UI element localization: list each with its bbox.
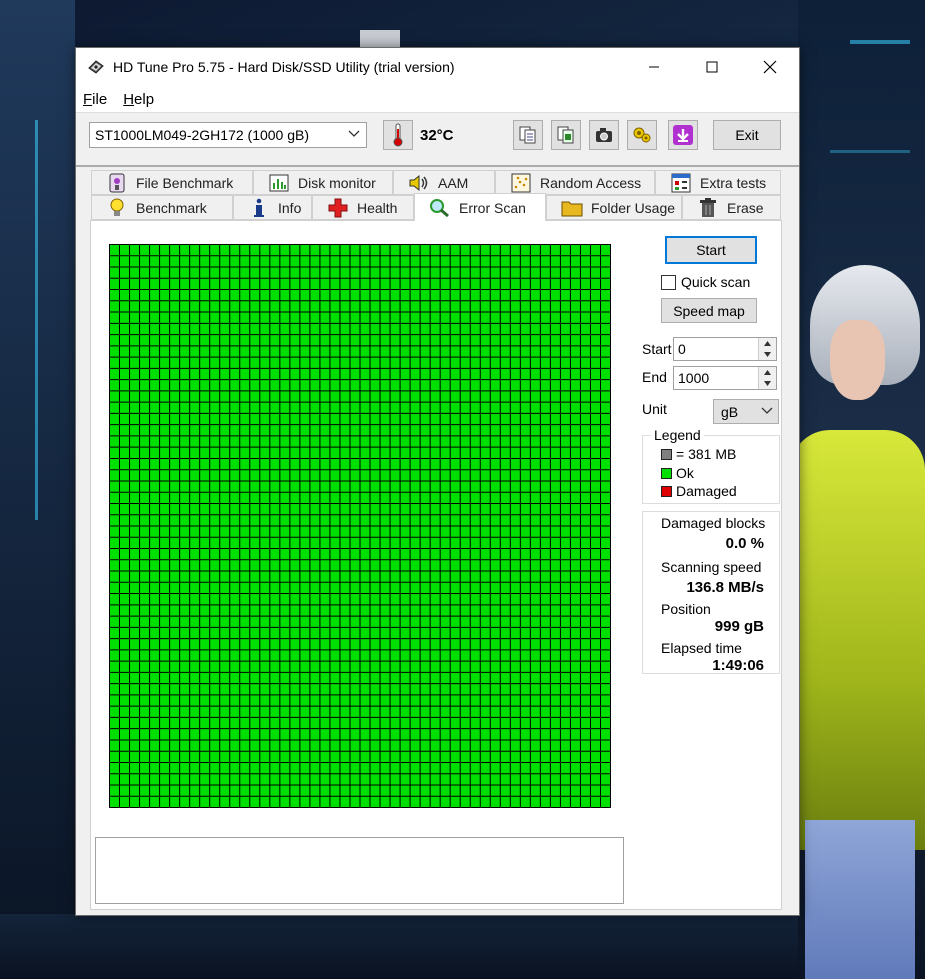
elapsed-time-label: Elapsed time xyxy=(661,640,742,656)
quick-scan-box[interactable] xyxy=(661,274,676,290)
end-value: 1000 xyxy=(678,370,710,386)
temperature-button[interactable] xyxy=(383,120,413,150)
menu-help[interactable]: Help xyxy=(123,91,154,108)
hdtune-window: HD Tune Pro 5.75 - Hard Disk/SSD Utility… xyxy=(75,47,800,916)
hdtune-app-icon xyxy=(88,60,104,74)
menu-file[interactable]: File xyxy=(83,91,107,108)
tab-erase[interactable]: Erase xyxy=(682,195,781,220)
error-scan-panel: Start Quick scan Speed map Start 0 End 1… xyxy=(90,220,782,910)
start-label: Start xyxy=(642,341,672,357)
toolbar: ST1000LM049-2GH172 (1000 gB) 32°C Exit xyxy=(76,113,799,167)
camera-icon xyxy=(596,128,612,142)
end-label: End xyxy=(642,369,667,385)
info-icon xyxy=(254,198,264,217)
position-value: 999 gB xyxy=(714,618,764,635)
stats-group: Damaged blocks 0.0 % Scanning speed 136.… xyxy=(642,511,780,674)
gray-swatch xyxy=(661,448,672,460)
tab-error-scan[interactable]: Error Scan xyxy=(414,193,546,221)
damaged-blocks-label: Damaged blocks xyxy=(661,515,766,531)
tab-health[interactable]: Health xyxy=(312,195,414,220)
exit-button[interactable]: Exit xyxy=(713,120,781,150)
options-button[interactable] xyxy=(627,120,657,150)
position-label: Position xyxy=(661,601,711,617)
tab-strip: File Benchmark Disk monitor AAM Random A… xyxy=(76,166,799,221)
scanning-speed-value: 136.8 MB/s xyxy=(686,579,764,596)
folder-icon xyxy=(561,201,583,216)
download-icon xyxy=(673,125,693,145)
copy-screen-button[interactable] xyxy=(551,120,581,150)
options-icon xyxy=(633,127,651,143)
trash-icon xyxy=(700,197,716,217)
tab-folder-usage[interactable]: Folder Usage xyxy=(546,195,682,220)
copy-info-button[interactable] xyxy=(513,120,543,150)
menu-bar: File Help xyxy=(76,86,799,113)
close-icon xyxy=(763,60,777,74)
quick-scan-checkbox[interactable]: Quick scan xyxy=(661,274,750,290)
copy-screen-icon xyxy=(557,126,574,144)
chevron-down-icon xyxy=(761,407,773,414)
drive-select-value: ST1000LM049-2GH172 (1000 gB) xyxy=(95,127,310,143)
wallpaper-character xyxy=(790,260,925,979)
tab-disk-monitor[interactable]: Disk monitor xyxy=(253,170,393,195)
quick-scan-label: Quick scan xyxy=(681,274,751,290)
elapsed-time-value: 1:49:06 xyxy=(712,657,764,674)
tab-benchmark[interactable]: Benchmark xyxy=(91,195,233,220)
title-bar[interactable]: HD Tune Pro 5.75 - Hard Disk/SSD Utility… xyxy=(76,48,799,86)
maximize-icon xyxy=(706,61,718,73)
download-button[interactable] xyxy=(668,120,698,150)
legend-title: Legend xyxy=(651,427,704,443)
tab-info[interactable]: Info xyxy=(233,195,312,220)
thermometer-icon xyxy=(393,123,403,147)
scanning-speed-label: Scanning speed xyxy=(661,559,762,575)
minimize-button[interactable] xyxy=(625,48,683,86)
window-title: HD Tune Pro 5.75 - Hard Disk/SSD Utility… xyxy=(113,59,455,75)
disk-monitor-icon xyxy=(269,174,289,191)
tab-file-benchmark[interactable]: File Benchmark xyxy=(91,170,253,195)
minimize-icon xyxy=(649,66,659,68)
health-cross-icon xyxy=(328,198,348,217)
maximize-button[interactable] xyxy=(683,48,741,86)
chevron-down-icon xyxy=(348,130,360,137)
red-swatch xyxy=(661,485,672,497)
unit-select[interactable]: gB xyxy=(713,399,779,424)
unit-label: Unit xyxy=(642,401,667,417)
copy-info-icon xyxy=(519,126,536,144)
magnifier-icon xyxy=(430,198,449,217)
legend-ok: Ok xyxy=(661,465,694,481)
random-access-icon xyxy=(511,173,531,192)
tab-aam[interactable]: AAM xyxy=(393,170,495,195)
green-swatch xyxy=(661,467,672,479)
extra-tests-icon xyxy=(671,173,691,192)
drive-select[interactable]: ST1000LM049-2GH172 (1000 gB) xyxy=(89,122,367,148)
spin-down-icon[interactable] xyxy=(759,378,776,389)
bulb-icon xyxy=(110,198,124,216)
start-scan-button[interactable]: Start xyxy=(665,236,757,264)
legend-group: Legend = 381 MB Ok Damaged xyxy=(642,427,780,504)
speed-map-button[interactable]: Speed map xyxy=(661,298,757,323)
spin-down-icon[interactable] xyxy=(759,349,776,360)
scan-log[interactable] xyxy=(95,837,624,904)
block-map xyxy=(109,244,611,808)
start-value: 0 xyxy=(678,341,686,357)
block-map-grid xyxy=(109,244,611,808)
tab-extra-tests[interactable]: Extra tests xyxy=(655,170,781,195)
file-benchmark-icon xyxy=(109,173,125,192)
legend-block-size: = 381 MB xyxy=(661,446,736,462)
spin-up-icon[interactable] xyxy=(759,338,776,349)
end-spinbox[interactable]: 1000 xyxy=(673,366,777,390)
speaker-icon xyxy=(409,174,428,191)
tab-random-access[interactable]: Random Access xyxy=(495,170,655,195)
damaged-blocks-value: 0.0 % xyxy=(725,535,764,552)
close-button[interactable] xyxy=(741,48,799,86)
screenshot-button[interactable] xyxy=(589,120,619,150)
unit-value: gB xyxy=(721,403,739,420)
legend-damaged: Damaged xyxy=(661,483,737,499)
start-spinbox[interactable]: 0 xyxy=(673,337,777,361)
spin-up-icon[interactable] xyxy=(759,367,776,378)
temperature-value: 32°C xyxy=(420,127,454,144)
